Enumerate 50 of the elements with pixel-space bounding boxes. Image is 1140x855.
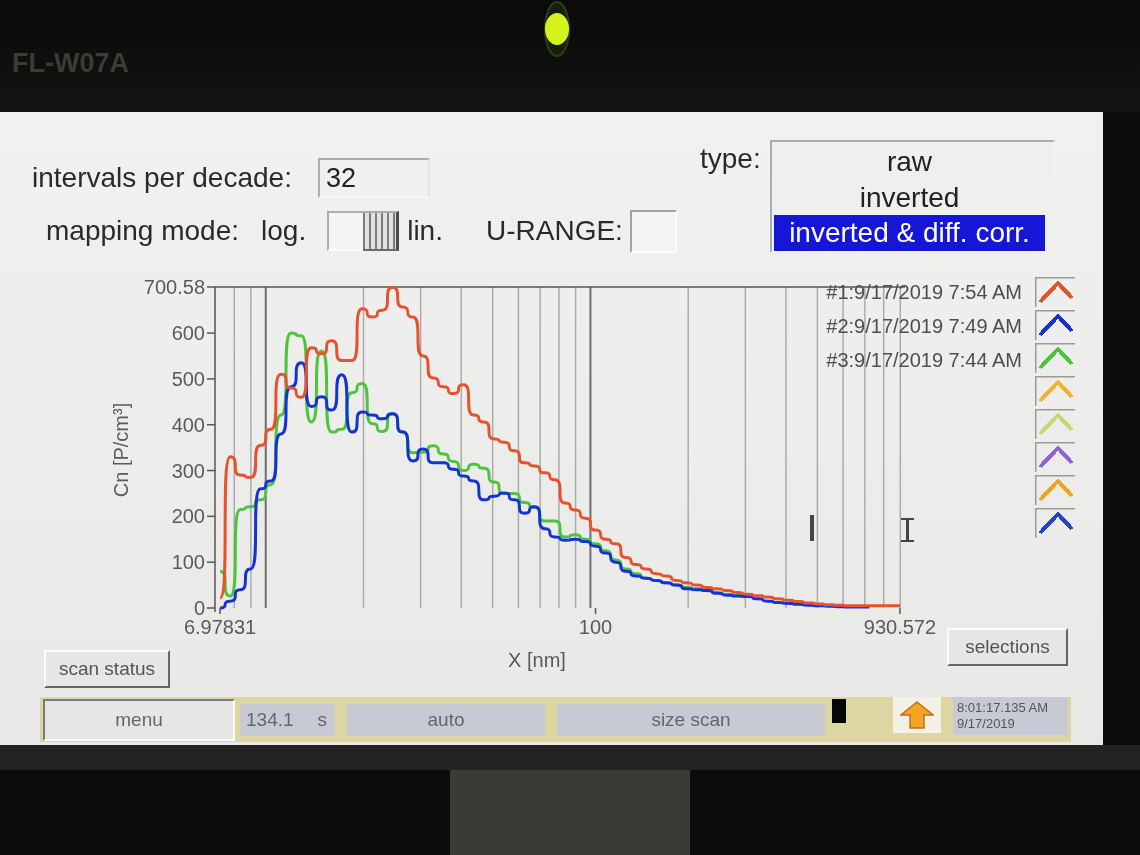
y-axis-title: Cn [P/cm³] [110,402,132,498]
x-axis-title: X [nm] [508,649,566,671]
up-arrow-button[interactable] [893,697,941,733]
time-unit: s [317,708,327,731]
y-tick-label: 100 [171,551,205,574]
elapsed-time-value: 134.1 [246,708,294,731]
clock-date: 9/17/2019 [957,716,1016,732]
intervals-label: intervals per decade: [32,162,292,194]
scan-status-button[interactable]: scan status [44,650,170,688]
mode-option-label: lin. [407,215,443,247]
mode-field: auto [347,703,545,736]
legend-swatch-icon[interactable] [1035,475,1076,506]
type-option[interactable]: inverted [774,179,1045,216]
type-label: type: [700,143,762,175]
y-tick-label: 600 [171,322,205,345]
range-marker[interactable] [810,515,914,542]
y-tick-label: 0 [193,597,205,619]
legend-swatch-icon[interactable] [1035,310,1076,341]
x-tick-label: 6.97831 [183,616,257,638]
y-tick-label: 400 [171,413,205,436]
intervals-input[interactable]: 32 [317,158,430,198]
x-tick-label: 100 [578,616,613,638]
x-tick-label: 930.572 [863,616,937,638]
up-arrow-icon [900,701,934,729]
switch-track[interactable] [327,211,364,251]
mapping-mode-label: mapping mode: [46,215,239,247]
y-tick-label: 500 [171,367,205,390]
y-tick-label: 700.58 [143,276,205,298]
legend-swatch-icon[interactable] [1035,508,1076,539]
switch-thumb[interactable] [363,211,400,251]
mode-option-label: log. [261,215,307,247]
type-option[interactable]: inverted & diff. corr. [774,215,1045,251]
indicator-icon [832,699,846,723]
legend-swatch-icon[interactable] [1035,442,1076,473]
u-range-label: U-RANGE: [485,215,623,247]
legend-swatch-icon[interactable] [1035,277,1076,308]
clock-time: 8:01:17.135 AM [957,700,1050,716]
legend-label: #2:9/17/2019 7:49 AM [826,315,1022,337]
legend-swatch-icon[interactable] [1035,409,1076,440]
y-tick-label: 300 [171,459,205,482]
type-option[interactable]: raw [774,144,1045,180]
legend-label: #1:9/17/2019 7:54 AM [826,281,1022,303]
legend-swatch-icon[interactable] [1035,376,1076,407]
measurement-field: size scan [557,703,825,736]
legend-swatch-icon[interactable] [1035,343,1076,374]
menu-button[interactable]: menu [43,698,235,741]
legend-label: #3:9/17/2019 7:44 AM [826,349,1022,371]
u-range-checkbox[interactable] [629,209,677,253]
selections-button[interactable]: selections [947,628,1068,666]
y-tick-label: 200 [171,505,205,528]
